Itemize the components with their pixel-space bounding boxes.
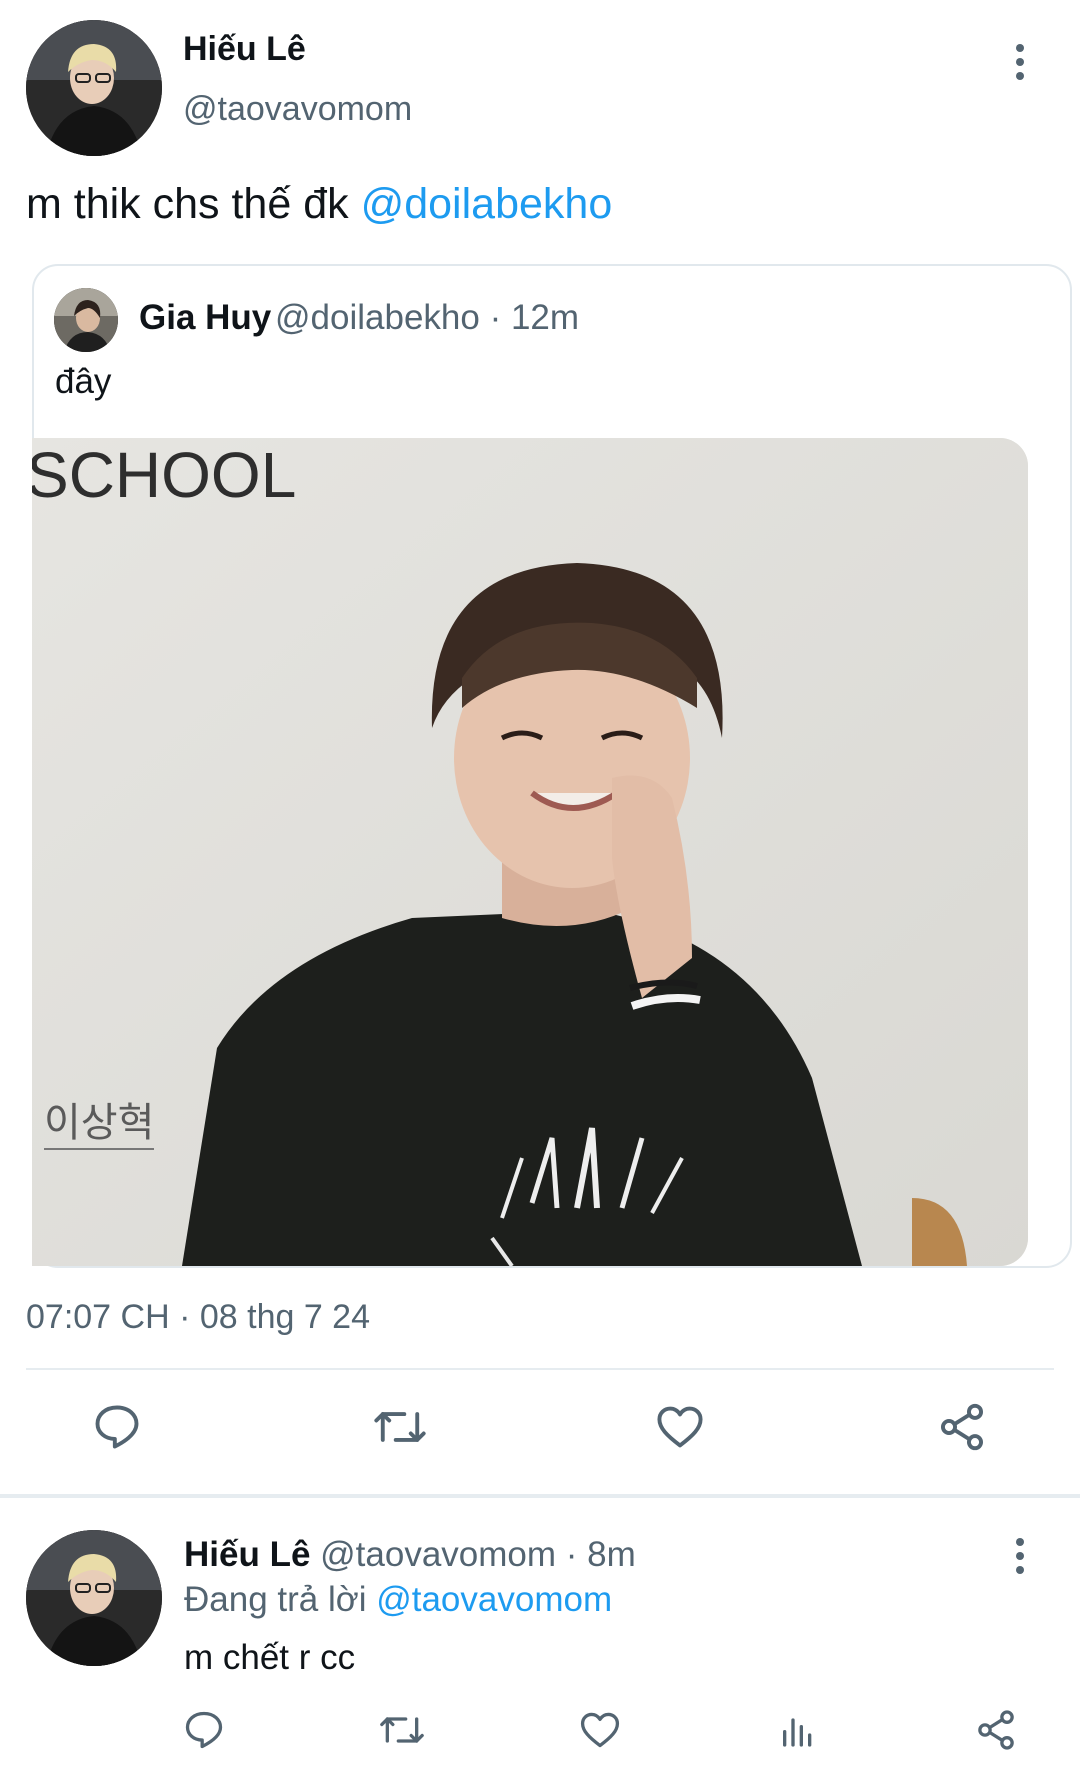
quoted-author-avatar[interactable] <box>54 288 118 352</box>
quoted-tweet-photo[interactable]: SCHOOL 이상혁 <box>32 438 1028 1266</box>
reply-icon[interactable] <box>174 1700 234 1760</box>
analytics-icon[interactable] <box>768 1700 828 1760</box>
replying-to-label: Đang trả lời <box>184 1580 377 1619</box>
reply-text: m chết r cc <box>184 1638 356 1677</box>
replying-to-line: Đang trả lời @taovavomom <box>184 1580 612 1620</box>
retweet-icon[interactable] <box>372 1700 432 1760</box>
heart-icon[interactable] <box>645 1392 715 1462</box>
author-avatar[interactable] <box>26 20 162 156</box>
photo-caption-text: 이상혁 <box>44 1090 155 1150</box>
reply-icon[interactable] <box>82 1392 152 1462</box>
share-icon[interactable] <box>927 1392 997 1462</box>
tweet-timestamp[interactable]: 07:07 CH · 08 thg 7 24 <box>26 1298 370 1337</box>
quoted-author-meta: @doilabekho · 12m <box>275 298 580 337</box>
quoted-author-name[interactable]: Gia Huy <box>139 298 271 338</box>
divider <box>26 1368 1054 1370</box>
heart-icon[interactable] <box>570 1700 630 1760</box>
author-name[interactable]: Hiếu Lê <box>183 30 306 69</box>
tweet-text-body: m thik chs thế đk <box>26 180 361 228</box>
replying-to-link[interactable]: @taovavomom <box>376 1580 612 1619</box>
more-vertical-icon[interactable] <box>1000 32 1040 92</box>
reply-author-name[interactable]: Hiếu Lê <box>184 1535 310 1574</box>
mention-link[interactable]: @doilabekho <box>361 180 613 228</box>
retweet-icon[interactable] <box>365 1392 435 1462</box>
reply-author-avatar[interactable] <box>26 1530 162 1666</box>
share-icon[interactable] <box>966 1700 1026 1760</box>
tweet-text: m thik chs thế đk @doilabekho <box>26 180 612 229</box>
author-handle[interactable]: @taovavomom <box>183 90 412 129</box>
quoted-tweet-text: đây <box>55 362 112 401</box>
more-vertical-icon[interactable] <box>1000 1526 1040 1586</box>
reply-header: Hiếu Lê @taovavomom · 8m <box>184 1535 636 1575</box>
reply-author-meta: @taovavomom · 8m <box>320 1535 636 1574</box>
photo-heading-text: SCHOOL <box>32 439 297 511</box>
section-divider <box>0 1494 1080 1498</box>
